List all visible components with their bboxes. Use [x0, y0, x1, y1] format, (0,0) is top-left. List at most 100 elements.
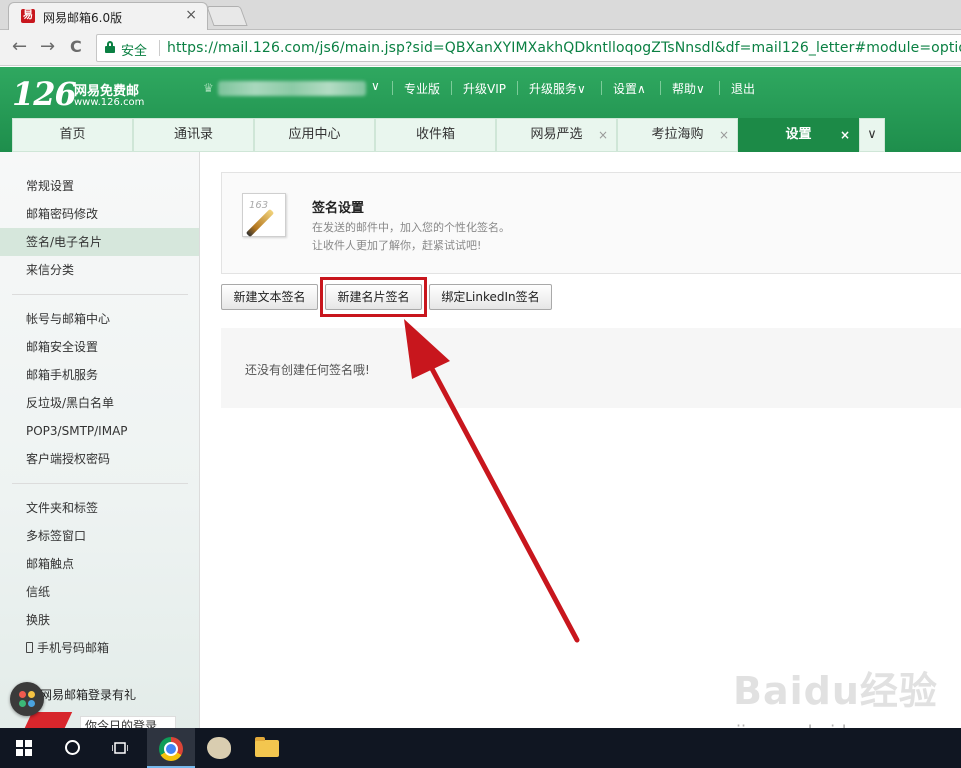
sidebar-item-spam[interactable]: 反垃圾/黑白名单 [0, 389, 199, 417]
settings-sidebar: 常规设置 邮箱密码修改 签名/电子名片 来信分类 帐号与邮箱中心 邮箱安全设置 … [0, 152, 200, 728]
address-divider [159, 40, 160, 56]
tab-label: 设置 [785, 127, 812, 142]
sidebar-item-mail-filter[interactable]: 来信分类 [0, 256, 199, 284]
signature-info-panel: 163 签名设置 在发送的邮件中，加入您的个性化签名。 让收件人更加了解你，赶紧… [221, 172, 961, 274]
sidebar-divider [12, 294, 188, 295]
netease-favicon-icon: 易 [21, 9, 35, 23]
chrome-icon [159, 737, 183, 761]
browser-tab-strip: 易 网易邮箱6.0版 × [0, 0, 961, 30]
cortana-icon [65, 740, 80, 755]
signature-icon-number: 163 [249, 200, 269, 211]
paint-palette-icon [207, 737, 231, 759]
nav-divider [660, 81, 661, 95]
folder-icon [255, 737, 279, 757]
sidebar-item-signature[interactable]: 签名/电子名片 [0, 228, 199, 256]
url-text[interactable]: https://mail.126.com/js6/main.jsp?sid=QB… [167, 40, 961, 56]
start-button[interactable] [0, 728, 48, 768]
tab-app-center[interactable]: 应用中心 [254, 118, 375, 152]
bind-linkedin-signature-button[interactable]: 绑定LinkedIn签名 [429, 284, 552, 310]
tab-settings[interactable]: 设置 × [738, 118, 859, 152]
nav-help[interactable]: 帮助∨ [672, 80, 705, 97]
baidu-watermark: Baidu经验 jingyan.baidu.com [733, 660, 938, 743]
tab-kaola[interactable]: 考拉海购 × [617, 118, 738, 152]
nav-upgrade-service[interactable]: 升级服务∨ [529, 80, 586, 97]
task-view-icon [112, 742, 128, 754]
taskbar-chrome[interactable] [147, 728, 195, 768]
windows-taskbar [0, 728, 961, 768]
signature-pen-icon: 163 [242, 193, 286, 238]
promo-text: 网易邮箱登录有礼 [40, 688, 137, 702]
lock-icon [105, 41, 115, 53]
tab-inbox[interactable]: 收件箱 [375, 118, 496, 152]
tab-yanxuan[interactable]: 网易严选 × [496, 118, 617, 152]
watermark-brand: Baidu经验 [733, 669, 938, 713]
cortana-button[interactable] [48, 728, 96, 768]
annotation-arrow [404, 319, 580, 643]
page-description: 在发送的邮件中，加入您的个性化签名。 [312, 221, 510, 234]
tab-more-button[interactable]: ∨ [859, 118, 885, 152]
nav-pro[interactable]: 专业版 [404, 80, 440, 97]
reload-icon[interactable]: C [70, 37, 82, 57]
sidebar-item-stationery[interactable]: 信纸 [0, 578, 199, 606]
sidebar-item-phone-mailbox[interactable]: 手机号码邮箱 [0, 634, 199, 662]
promo-sub: 你今日的登录 [80, 716, 176, 728]
sidebar-item-account-center[interactable]: 帐号与邮箱中心 [0, 305, 199, 333]
tab-label: 考拉海购 [651, 127, 704, 142]
logo-126[interactable]: 126 [12, 75, 77, 113]
new-text-signature-button[interactable]: 新建文本签名 [221, 284, 318, 310]
sidebar-item-general[interactable]: 常规设置 [0, 172, 199, 200]
windows-logo-icon [16, 740, 32, 756]
sidebar-divider [12, 483, 188, 484]
sidebar-item-folders[interactable]: 文件夹和标签 [0, 494, 199, 522]
tab-label: 通讯录 [173, 127, 213, 142]
tab-label: 应用中心 [288, 127, 341, 142]
sidebar-item-pop3[interactable]: POP3/SMTP/IMAP [0, 417, 199, 445]
sidebar-item-mobile-service[interactable]: 邮箱手机服务 [0, 361, 199, 389]
nav-logout[interactable]: 退出 [731, 80, 755, 97]
chevron-down-icon[interactable]: ∨ [371, 79, 380, 93]
page-title: 签名设置 [312, 201, 365, 216]
close-tab-icon[interactable]: × [185, 7, 197, 23]
forward-icon[interactable]: → [40, 37, 55, 57]
close-icon[interactable]: × [840, 119, 850, 151]
taskbar-explorer[interactable] [243, 728, 291, 768]
secure-label: 安全 [121, 44, 148, 59]
logo-url: www.126.com [74, 97, 145, 108]
page-description: 让收件人更加了解你，赶紧试试吧! [312, 239, 482, 252]
user-account-blurred[interactable] [218, 81, 366, 96]
tab-contacts[interactable]: 通讯录 [133, 118, 254, 152]
tab-label: 网易严选 [530, 127, 583, 142]
nav-divider [392, 81, 393, 95]
nav-settings[interactable]: 设置∧ [613, 80, 646, 97]
back-icon[interactable]: ← [12, 37, 27, 57]
sidebar-item-touchpoint[interactable]: 邮箱触点 [0, 550, 199, 578]
app-launcher-icon[interactable] [10, 682, 44, 716]
nav-upgrade-vip[interactable]: 升级VIP [463, 80, 506, 97]
tab-label: 首页 [59, 127, 86, 142]
login-promo[interactable]: 网易邮箱登录有礼 你今日的登录 [10, 680, 178, 728]
sidebar-item-multi-tab[interactable]: 多标签窗口 [0, 522, 199, 550]
nav-divider [451, 81, 452, 95]
empty-state-text: 还没有创建任何签名哦! [245, 363, 370, 377]
close-icon[interactable]: × [719, 119, 729, 151]
browser-tab[interactable]: 易 网易邮箱6.0版 × [8, 2, 208, 30]
address-bar[interactable]: 安全 https://mail.126.com/js6/main.jsp?sid… [96, 34, 961, 62]
sidebar-item-security[interactable]: 邮箱安全设置 [0, 333, 199, 361]
nav-divider [517, 81, 518, 95]
sidebar-item-client-password[interactable]: 客户端授权密码 [0, 445, 199, 473]
nav-divider [719, 81, 720, 95]
sidebar-item-skin[interactable]: 换肤 [0, 606, 199, 634]
sidebar-item-password[interactable]: 邮箱密码修改 [0, 200, 199, 228]
highlight-box [320, 277, 427, 317]
task-view-button[interactable] [96, 728, 144, 768]
signature-list-empty: 还没有创建任何签名哦! [221, 328, 961, 408]
close-icon[interactable]: × [598, 119, 608, 151]
new-tab-button[interactable] [206, 6, 248, 26]
taskbar-paint[interactable] [195, 728, 243, 768]
phone-icon [26, 642, 33, 653]
crown-icon: ♛ [203, 81, 214, 95]
sidebar-item-label: 手机号码邮箱 [37, 641, 110, 655]
nav-divider [601, 81, 602, 95]
mail-header: 126 网易免费邮 www.126.com ♛ ∨ 专业版 升级VIP 升级服务… [0, 67, 961, 152]
tab-home[interactable]: 首页 [12, 118, 133, 152]
